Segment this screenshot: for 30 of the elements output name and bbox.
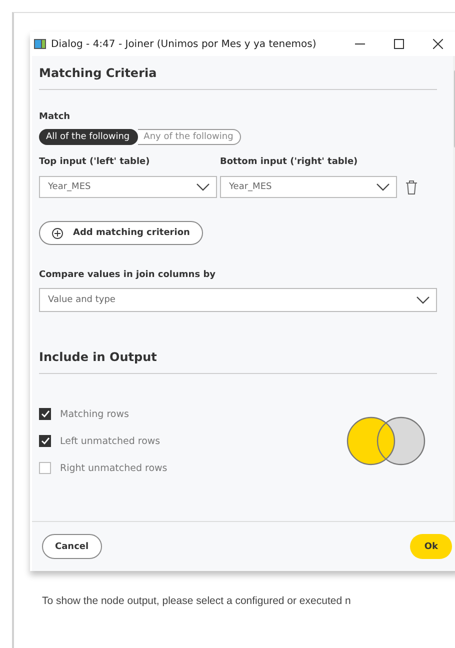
status-message: To show the node output, please select a configured or executed n <box>42 595 352 607</box>
checkbox[interactable] <box>39 408 51 420</box>
trash-icon[interactable] <box>405 180 418 194</box>
add-criterion-button[interactable]: Add matching criterion <box>39 221 203 245</box>
checkbox-label: Right unmatched rows <box>60 462 168 474</box>
caret-icon <box>376 183 390 191</box>
toggle-option[interactable]: Any of the following <box>138 129 242 145</box>
checkbox[interactable] <box>39 435 51 447</box>
dropdown[interactable]: Year_MES <box>220 176 397 198</box>
field-label: Bottom input ('right' table) <box>220 157 359 167</box>
checkbox-label: Left unmatched rows <box>60 436 160 446</box>
dropdown[interactable]: Year_MES <box>39 176 217 198</box>
field-label: Top input ('left' table) <box>39 157 151 167</box>
cancel-button[interactable]: Cancel <box>42 534 102 559</box>
window-title: Dialog - 4:47 - Joiner (Unimos por Mes y ya tenemos) <box>51 38 318 50</box>
checkbox-label: Matching rows <box>60 408 129 420</box>
dropdown[interactable]: Value and type <box>39 288 437 312</box>
caret-icon <box>196 183 210 191</box>
plus-icon <box>52 228 63 238</box>
caret-icon <box>416 296 430 304</box>
maximize-icon[interactable] <box>394 39 404 49</box>
field-label: Match <box>39 112 72 122</box>
section-heading: Include in Output <box>39 349 158 364</box>
checkbox[interactable] <box>39 462 51 474</box>
close-icon[interactable] <box>433 39 443 49</box>
section-heading: Matching Criteria <box>39 65 158 80</box>
app-icon <box>34 39 46 49</box>
field-label: Compare values in join columns by <box>39 270 216 280</box>
ok-button[interactable]: Ok <box>410 534 452 559</box>
toggle-option[interactable]: All of the following <box>39 129 138 145</box>
